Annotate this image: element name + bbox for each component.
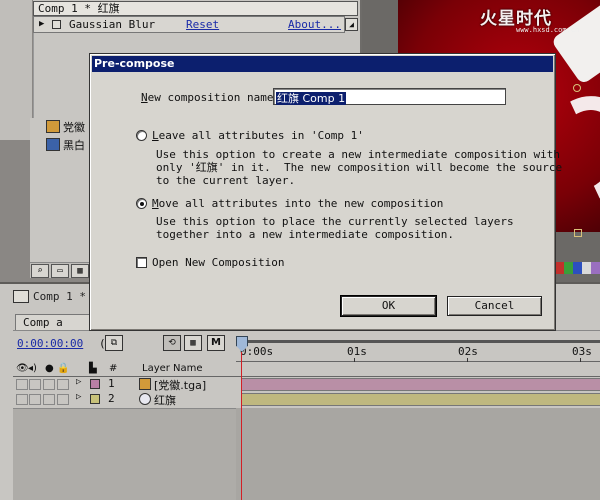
layer-number-header: # — [109, 363, 118, 374]
timeline-window-icon — [13, 290, 29, 303]
timeline-title: Comp 1 * — [33, 290, 86, 303]
open-new-composition-checkbox[interactable] — [136, 257, 147, 268]
anchor-point-icon[interactable] — [573, 84, 581, 92]
eye-icon[interactable] — [16, 394, 28, 405]
channel-color-chips[interactable] — [555, 262, 600, 274]
tab-comp-a[interactable]: Comp a — [15, 314, 90, 330]
cancel-button[interactable]: Cancel — [447, 296, 542, 316]
composition-name-value: 红旗 Comp 1 — [276, 92, 347, 105]
layer-number: 1 — [108, 377, 115, 390]
solo-icon[interactable] — [43, 379, 55, 390]
image-layer-icon — [139, 378, 151, 390]
frame-blending-icon[interactable]: ▦ — [184, 335, 202, 351]
alpha-channel-chip[interactable] — [582, 262, 591, 274]
audio-icon: ◂) — [28, 363, 37, 374]
layer-header-row: 👁 ◂) ● 🔒 ▙ # Layer Name — [13, 362, 600, 377]
precomp-layer-icon — [139, 393, 151, 405]
leave-attributes-radio[interactable] — [136, 130, 147, 141]
current-time-display[interactable]: 0:00:00:00 — [17, 337, 83, 350]
layer-label-color[interactable] — [90, 394, 100, 404]
lock-icon[interactable] — [57, 394, 69, 405]
reset-link[interactable]: Reset — [186, 17, 219, 32]
layer-duration-bar[interactable] — [241, 378, 600, 391]
project-panel: 党徽 黑白 — [30, 118, 92, 278]
audio-icon[interactable] — [29, 379, 41, 390]
layer-row[interactable]: ▷ 2 红旗 — [13, 392, 600, 407]
open-new-composition-label[interactable]: Open New Composition — [152, 256, 284, 269]
effect-row-gaussian-blur[interactable]: ▶ Gaussian Blur Reset About... — [33, 16, 345, 33]
project-toolbar: ⌕ ▭ ▦ — [30, 262, 92, 278]
folder-icon[interactable]: ▭ — [51, 264, 69, 278]
move-attributes-description: Use this option to place the currently s… — [156, 215, 514, 241]
shy-layers-icon[interactable]: ⟲ — [163, 335, 181, 351]
lock-icon[interactable] — [57, 379, 69, 390]
solo-icon: ● — [45, 363, 54, 374]
move-attributes-radio[interactable] — [136, 198, 147, 209]
ruler-label: 01s — [347, 345, 367, 358]
composition-name-input[interactable]: 红旗 Comp 1 — [273, 88, 506, 105]
layer-name[interactable]: [党徽.tga] — [154, 377, 206, 393]
layer-handle[interactable] — [574, 229, 582, 237]
effect-controls-title: Comp 1 * 红旗 — [33, 1, 358, 16]
layer-name-header[interactable]: Layer Name — [142, 363, 203, 374]
label-column-icon: ▙ — [89, 363, 97, 374]
about-link[interactable]: About... — [288, 17, 341, 32]
expand-triangle-icon[interactable]: ▷ — [76, 377, 81, 387]
layer-row[interactable]: ▷ 1 [党徽.tga] — [13, 377, 600, 392]
new-comp-icon[interactable]: ▦ — [71, 264, 89, 278]
project-item[interactable]: 黑白 — [46, 138, 85, 154]
pre-compose-dialog: Pre-compose New composition name: 红旗 Com… — [89, 53, 563, 331]
motion-blur-icon[interactable]: M — [207, 335, 225, 351]
layer-duration-bar[interactable] — [241, 393, 600, 406]
red-channel-chip[interactable] — [555, 262, 564, 274]
project-item[interactable]: 党徽 — [46, 120, 85, 136]
image-file-icon — [46, 120, 60, 133]
ok-button[interactable]: OK — [340, 295, 437, 317]
ruler-label: 02s — [458, 345, 478, 358]
work-area-bar[interactable] — [248, 340, 600, 343]
composition-icon — [46, 138, 60, 151]
eye-icon[interactable] — [16, 379, 28, 390]
audio-icon[interactable] — [29, 394, 41, 405]
move-attributes-label[interactable]: Move all attributes into the new composi… — [152, 197, 443, 210]
expand-triangle-icon[interactable]: ▷ — [76, 392, 81, 402]
dialog-titlebar[interactable]: Pre-compose — [92, 56, 553, 72]
layer-number: 2 — [108, 392, 115, 405]
layer-name[interactable]: 红旗 — [154, 392, 176, 408]
ruler-label: 03s — [572, 345, 592, 358]
timeline-graph-empty — [236, 408, 600, 500]
blue-channel-chip[interactable] — [573, 262, 582, 274]
time-ruler[interactable]: 0:00s 01s 02s 03s — [236, 344, 600, 362]
effect-enable-checkbox[interactable] — [52, 20, 61, 29]
panel-rail — [0, 0, 33, 140]
panel-menu-icon[interactable]: ◢ — [345, 18, 358, 31]
find-icon[interactable]: ⌕ — [31, 264, 49, 278]
layer-label-color[interactable] — [90, 379, 100, 389]
watermark-url: www.hxsd.com.cn — [516, 26, 580, 34]
expand-triangle-icon[interactable]: ▶ — [39, 17, 44, 32]
leave-attributes-description: Use this option to create a new intermed… — [156, 148, 563, 187]
eye-icon: 👁 — [16, 363, 29, 374]
lock-icon: 🔒 — [57, 363, 70, 374]
green-channel-chip[interactable] — [564, 262, 573, 274]
dialog-title: Pre-compose — [94, 57, 175, 70]
current-time-line — [241, 352, 242, 500]
composition-name-label: New composition name: — [141, 91, 281, 104]
effect-name: Gaussian Blur — [69, 18, 156, 31]
extra-channel-chip[interactable] — [591, 262, 600, 274]
layer-outline-empty — [13, 408, 236, 500]
solo-icon[interactable] — [43, 394, 55, 405]
comp-flowchart-icon[interactable]: ⧉ — [105, 335, 123, 351]
leave-attributes-label[interactable]: Leave all attributes in 'Comp 1' — [152, 129, 364, 142]
